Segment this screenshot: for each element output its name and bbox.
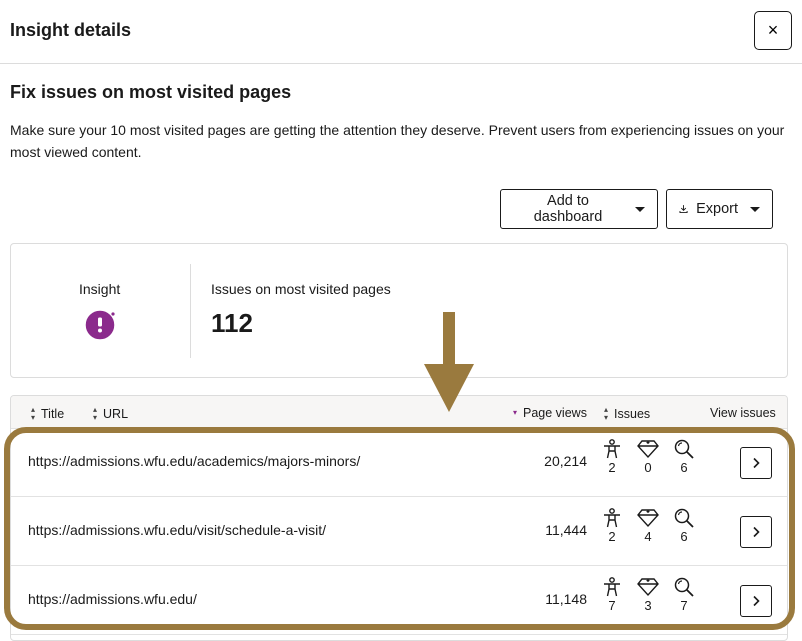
column-url-label: URL bbox=[103, 407, 129, 421]
diamond-icon bbox=[637, 440, 659, 459]
magnifier-icon bbox=[674, 577, 694, 597]
accessibility-count: 7 bbox=[608, 598, 616, 613]
accessibility-count: 2 bbox=[608, 460, 616, 475]
row-page-views: 20,214 bbox=[544, 453, 587, 469]
quality-issues: 0 bbox=[636, 439, 660, 475]
view-issues-button[interactable] bbox=[740, 585, 772, 617]
seo-issues: 6 bbox=[672, 439, 696, 475]
accessibility-person-icon bbox=[604, 577, 620, 597]
accessibility-person-icon bbox=[604, 508, 620, 528]
seo-issues: 6 bbox=[672, 508, 696, 544]
accessibility-issues: 2 bbox=[600, 439, 624, 475]
accessibility-person-icon bbox=[604, 439, 620, 459]
close-icon: × bbox=[767, 20, 779, 40]
seo-issues: 7 bbox=[672, 577, 696, 613]
close-button[interactable]: × bbox=[754, 11, 792, 50]
row-page-views: 11,444 bbox=[545, 522, 587, 538]
accessibility-count: 2 bbox=[608, 529, 616, 544]
column-issues-label: Issues bbox=[614, 407, 651, 421]
table-row: https://admissions.wfu.edu/academics/maj… bbox=[11, 429, 787, 497]
quality-count: 4 bbox=[644, 529, 652, 544]
row-url[interactable]: https://admissions.wfu.edu/visit/schedul… bbox=[28, 522, 326, 538]
dialog-title: Insight details bbox=[10, 20, 132, 40]
column-header-title[interactable]: ▴ ▾ Title bbox=[31, 406, 64, 422]
chevron-right-icon bbox=[753, 457, 760, 469]
caret-down-icon bbox=[635, 206, 645, 212]
seo-count: 7 bbox=[680, 598, 688, 613]
table-row: https://admissions.wfu.edu/ 11,148 7 3 7 bbox=[11, 567, 787, 635]
seo-count: 6 bbox=[680, 529, 688, 544]
column-header-issues[interactable]: ▴ ▾ Issues bbox=[604, 406, 650, 422]
chevron-right-icon bbox=[753, 595, 760, 607]
sort-icon: ▴ ▾ bbox=[93, 405, 98, 422]
column-header-page-views[interactable]: ▾ Page views bbox=[513, 406, 587, 420]
chevron-right-icon bbox=[753, 526, 760, 538]
quality-issues: 4 bbox=[636, 508, 660, 544]
add-to-dashboard-label: Add to dashboard bbox=[533, 193, 603, 225]
magnifier-icon bbox=[674, 508, 694, 528]
download-icon bbox=[679, 205, 688, 214]
magnifier-icon bbox=[674, 439, 694, 459]
quality-issues: 3 bbox=[636, 577, 660, 613]
sort-icon: ▴ ▾ bbox=[31, 405, 36, 422]
metric-label: Issues on most visited pages bbox=[211, 281, 391, 297]
accessibility-issues: 7 bbox=[600, 577, 624, 613]
dialog-header: Insight details × bbox=[0, 0, 802, 64]
sort-desc-icon: ▾ bbox=[513, 408, 518, 417]
row-url[interactable]: https://admissions.wfu.edu/academics/maj… bbox=[28, 453, 360, 469]
sort-icon: ▴ ▾ bbox=[604, 405, 609, 422]
section-description: Make sure your 10 most visited pages are… bbox=[10, 122, 785, 160]
quality-count: 0 bbox=[644, 460, 652, 475]
view-issues-button[interactable] bbox=[740, 516, 772, 548]
quality-count: 3 bbox=[644, 598, 652, 613]
column-page-views-label: Page views bbox=[523, 406, 587, 420]
insight-card: Insight Issues on most visited pages 112 bbox=[10, 243, 788, 378]
diamond-icon bbox=[637, 509, 659, 528]
column-view-issues-label: View issues bbox=[710, 406, 776, 420]
table-header: ▴ ▾ Title ▴ ▾ URL ▾ Page views ▴ ▾ Issues V… bbox=[11, 396, 787, 429]
view-issues-button[interactable] bbox=[740, 447, 772, 479]
column-title-label: Title bbox=[41, 407, 65, 421]
table-row: https://admissions.wfu.edu/visit/schedul… bbox=[11, 498, 787, 566]
row-page-views: 11,148 bbox=[545, 591, 587, 607]
section-title: Fix issues on most visited pages bbox=[10, 82, 292, 102]
export-button[interactable]: Export bbox=[666, 189, 773, 229]
seo-count: 6 bbox=[680, 460, 688, 475]
caret-down-icon bbox=[750, 206, 760, 212]
row-url[interactable]: https://admissions.wfu.edu/ bbox=[28, 591, 197, 607]
column-header-url[interactable]: ▴ ▾ URL bbox=[93, 406, 128, 422]
alert-circle-icon bbox=[85, 310, 115, 340]
add-to-dashboard-button[interactable]: Add to dashboard bbox=[500, 189, 658, 229]
export-label: Export bbox=[696, 201, 738, 217]
insight-divider bbox=[190, 264, 191, 358]
metric-value: 112 bbox=[211, 308, 253, 338]
insight-label: Insight bbox=[79, 281, 121, 297]
accessibility-issues: 2 bbox=[600, 508, 624, 544]
pages-table: ▴ ▾ Title ▴ ▾ URL ▾ Page views ▴ ▾ Issues V… bbox=[10, 395, 788, 641]
column-header-view-issues: View issues bbox=[710, 406, 776, 420]
diamond-icon bbox=[637, 578, 659, 597]
